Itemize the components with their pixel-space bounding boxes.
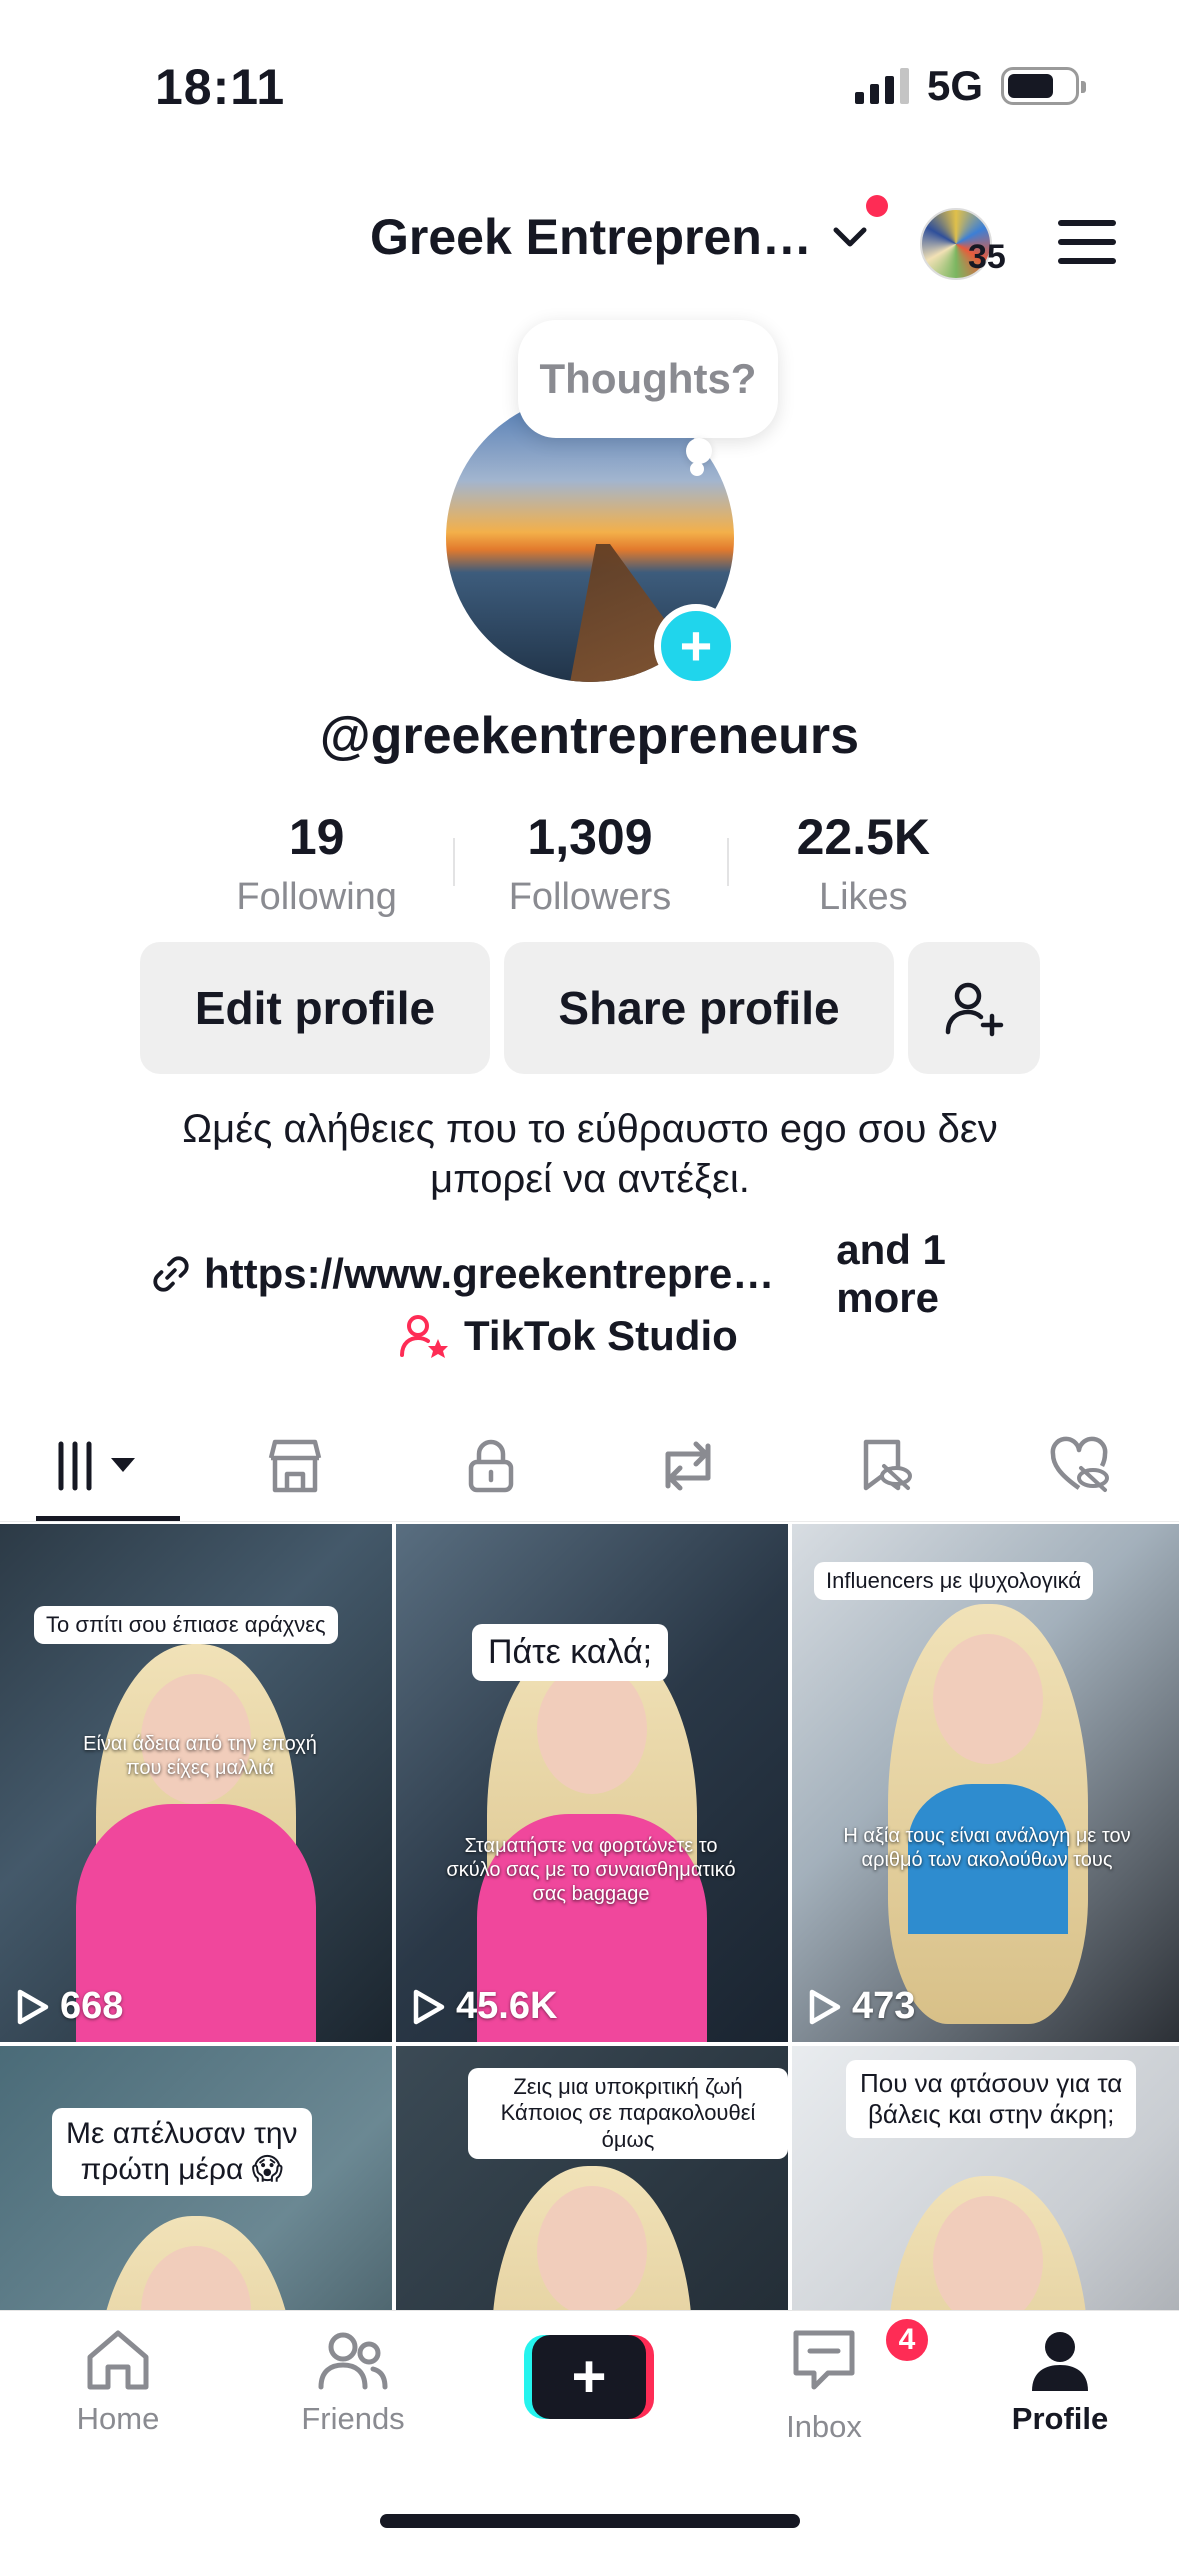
video-thumbnail[interactable]: Που να φτάσουν για τα βάλεις και στην άκ… — [792, 2046, 1179, 2310]
nav-home-label: Home — [76, 2401, 160, 2436]
view-count-label: 45.6K — [456, 1985, 558, 2027]
studio-label: TikTok Studio — [464, 1312, 738, 1359]
nav-friends[interactable]: Friends — [273, 2327, 433, 2437]
profile-tabs — [0, 1410, 1179, 1522]
video-caption: Που να φτάσουν για τα βάλεις και στην άκ… — [846, 2060, 1137, 2139]
profile-icon — [1032, 2332, 1088, 2391]
tab-favorites[interactable] — [786, 1410, 983, 1521]
bio-link-row: https://www.greekentrepre… and 1 more — [150, 1226, 1050, 1322]
video-caption: Το σπίτι σου έπιασε αράχνες — [34, 1606, 338, 1645]
stat-likes[interactable]: 22.5K Likes — [726, 808, 1000, 928]
add-user-icon — [945, 982, 1004, 1037]
stat-following[interactable]: 19 Following — [180, 808, 453, 928]
inbox-icon — [793, 2330, 855, 2390]
profile-stats: 19 Following 1,309 Followers 22.5K Likes — [180, 808, 1000, 928]
link-icon — [153, 1256, 189, 1292]
video-thumbnail[interactable]: Με απέλυσαν την πρώτη μέρα 😱 — [0, 2046, 392, 2310]
account-avatar-count: 35 — [968, 238, 1006, 276]
video-caption: Με απέλυσαν την πρώτη μέρα 😱 — [52, 2108, 312, 2196]
repost-icon — [665, 1441, 711, 1490]
tab-private[interactable] — [393, 1410, 590, 1521]
share-profile-button[interactable]: Share profile — [504, 942, 894, 1074]
play-icon — [17, 1989, 49, 2024]
account-switcher[interactable]: Greek Entrepren… — [370, 208, 870, 266]
nav-home[interactable]: Home — [38, 2327, 198, 2437]
video-thumbnail[interactable]: Influencers με ψυχολογικά Η αξία τους εί… — [792, 1524, 1179, 2042]
nav-profile-label: Profile — [1011, 2401, 1109, 2436]
video-overlay-text: Είναι άδεια από την εποχή που είχες μαλλ… — [83, 1733, 317, 1779]
menu-icon[interactable] — [1058, 220, 1116, 264]
plus-icon: + — [532, 2335, 646, 2419]
stat-value: 22.5K — [796, 809, 931, 865]
profile-bio: Ωμές αλήθειες που το εύθραυστο ego σου δ… — [182, 1107, 998, 1201]
add-story-button[interactable]: + — [654, 604, 738, 688]
tab-videos[interactable] — [0, 1410, 197, 1521]
studio-icon — [400, 1315, 448, 1358]
stat-value: 1,309 — [527, 809, 653, 865]
notification-dot — [866, 195, 888, 217]
video-overlay-text: Η αξία τους είναι ανάλογη με τον αριθμό … — [843, 1825, 1131, 1871]
view-count: 45.6K — [412, 1985, 557, 2028]
thoughts-bubble[interactable]: Thoughts? — [518, 320, 778, 438]
play-icon — [413, 1989, 445, 2024]
video-thumbnail[interactable]: Το σπίτι σου έπιασε αράχνες Είναι άδεια … — [0, 1524, 392, 2042]
add-friend-button[interactable] — [908, 942, 1040, 1074]
edit-profile-button[interactable]: Edit profile — [140, 942, 490, 1074]
tab-shop[interactable] — [197, 1410, 394, 1521]
nav-inbox[interactable]: 4 Inbox — [744, 2315, 932, 2445]
video-caption: Ζεις μια υποκριτική ζωή Κάποιος σε παρακ… — [468, 2068, 788, 2160]
videos-grid-icon — [55, 1441, 136, 1490]
status-icons: 5G — [854, 62, 1086, 110]
view-count-label: 473 — [852, 1985, 916, 2027]
heart-hidden-icon — [1050, 1436, 1109, 1492]
video-thumbnail[interactable]: Πάτε καλά; Σταματήστε να φορτώνετε το σκ… — [396, 1524, 788, 2042]
account-name: Greek Entrepren… — [370, 209, 812, 265]
friends-icon — [318, 2332, 388, 2390]
nav-inbox-label: Inbox — [786, 2409, 862, 2444]
stat-label: Likes — [818, 876, 908, 918]
lock-icon — [469, 1439, 514, 1492]
stat-label: Followers — [508, 876, 672, 918]
video-caption: Influencers με ψυχολογικά — [814, 1562, 1094, 1601]
status-time: 18:11 — [155, 59, 286, 115]
view-count: 668 — [16, 1985, 123, 2028]
play-icon — [809, 1989, 841, 2024]
signal-icon — [854, 68, 909, 104]
thoughts-bubble-tail — [686, 438, 712, 464]
battery-icon — [1001, 67, 1086, 105]
home-indicator — [380, 2514, 800, 2528]
chevron-down-icon — [833, 227, 867, 247]
status-bar: 18:11 5G — [0, 0, 1179, 160]
video-overlay-text: Σταματήστε να φορτώνετε το σκύλο σας με … — [446, 1835, 736, 1905]
username: @greekentrepreneurs — [319, 707, 860, 765]
bookmark-hidden-icon — [864, 1439, 913, 1490]
stat-label: Following — [236, 876, 397, 918]
shop-icon — [268, 1439, 321, 1492]
thoughts-bubble-tail-small — [690, 462, 704, 476]
home-icon — [87, 2330, 149, 2390]
tab-reposts[interactable] — [590, 1410, 787, 1521]
video-grid: Το σπίτι σου έπιασε αράχνες Είναι άδεια … — [0, 1524, 1179, 2310]
tiktok-studio-link[interactable]: TikTok Studio — [400, 1312, 738, 1360]
bio-link[interactable]: https://www.greekentrepre… — [204, 1250, 774, 1298]
video-thumbnail[interactable]: Ζεις μια υποκριτική ζωή Κάποιος σε παρακ… — [396, 2046, 788, 2310]
create-button[interactable]: + — [524, 2335, 654, 2419]
view-count-label: 668 — [60, 1985, 124, 2027]
network-label: 5G — [926, 62, 983, 109]
video-caption: Πάτε καλά; — [472, 1624, 669, 1681]
stat-value: 19 — [288, 809, 345, 865]
inbox-badge: 4 — [882, 2315, 932, 2365]
tab-liked[interactable] — [983, 1410, 1179, 1521]
view-count: 473 — [808, 1985, 915, 2028]
stat-followers[interactable]: 1,309 Followers — [453, 808, 726, 928]
nav-profile[interactable]: Profile — [980, 2327, 1140, 2437]
more-links-button[interactable]: and 1 more — [836, 1226, 1050, 1322]
nav-friends-label: Friends — [301, 2401, 405, 2436]
